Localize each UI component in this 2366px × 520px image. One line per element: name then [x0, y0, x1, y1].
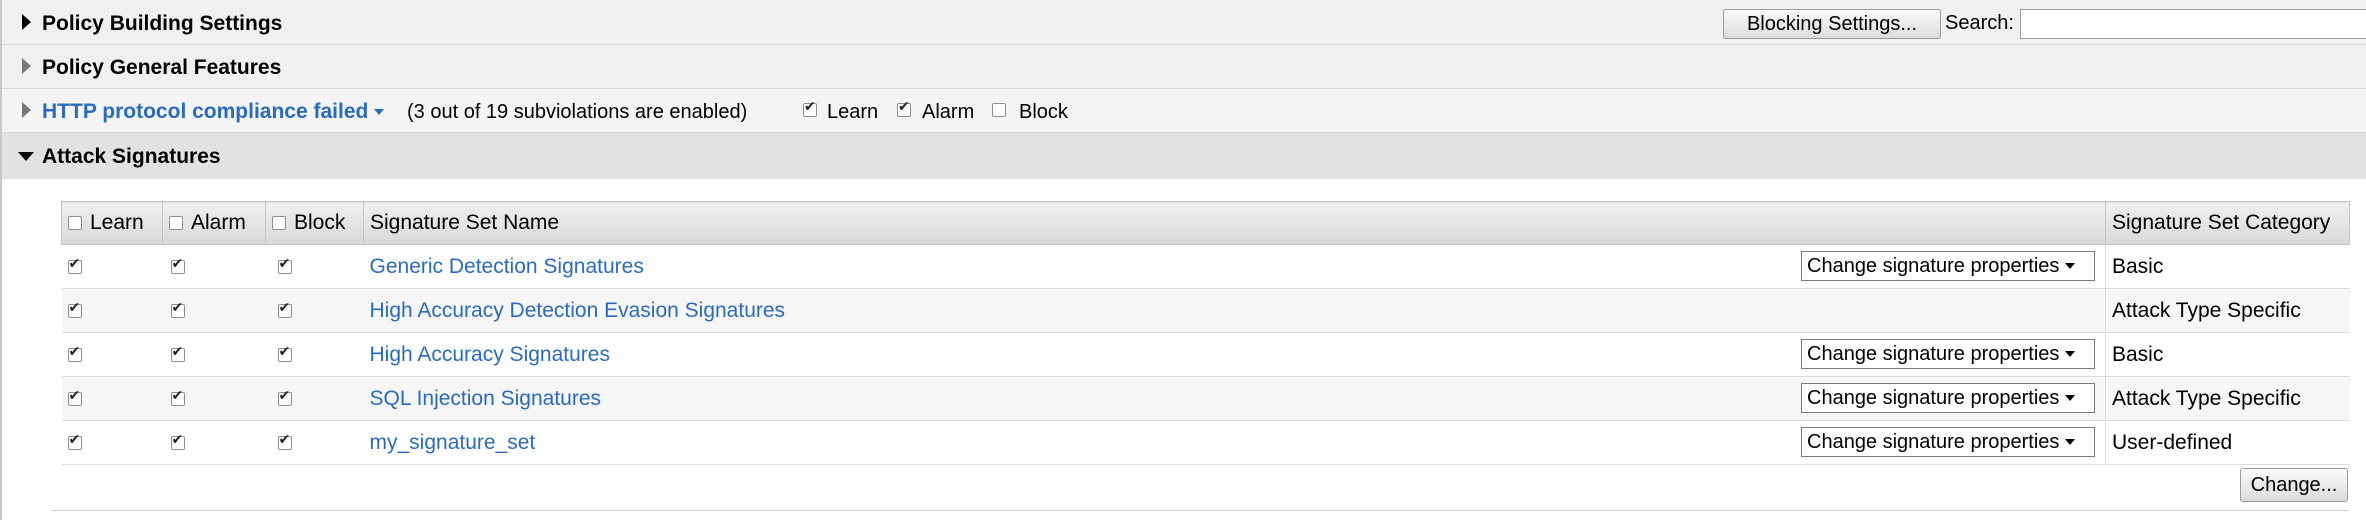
block-column-header: Block [265, 201, 364, 245]
row-block-checkbox[interactable] [277, 432, 292, 450]
row-learn-checkbox[interactable] [67, 300, 82, 318]
table-row: Generic Detection Signatures Change sign… [61, 244, 2350, 289]
alarm-column-header: Alarm [162, 201, 266, 245]
row-learn-checkbox[interactable] [67, 432, 82, 450]
policy-building-header[interactable]: Policy Building Settings Blocking Settin… [2, 0, 2366, 45]
table-row: my_signature_set Change signature proper… [61, 420, 2350, 465]
search-label: Search: [1945, 12, 2014, 34]
dropdown-label: Change signature properties [1807, 386, 2060, 409]
row-block-checkbox[interactable] [277, 256, 292, 274]
table-row: High Accuracy Signatures Change signatur… [61, 332, 2350, 377]
http-learn-checkbox[interactable] [803, 99, 817, 117]
triangle-right-icon[interactable] [22, 14, 31, 30]
http-block-checkbox[interactable] [992, 103, 1006, 117]
alarm-column-label: Alarm [191, 211, 246, 234]
http-compliance-row: HTTP protocol compliance failed (3 out o… [2, 89, 2366, 133]
learn-all-checkbox[interactable] [68, 216, 82, 231]
table-row: High Accuracy Detection Evasion Signatur… [61, 288, 2350, 333]
triangle-down-icon[interactable] [18, 152, 34, 161]
caret-down-icon [2065, 395, 2076, 401]
learn-column-label: Learn [90, 211, 144, 234]
signature-set-link[interactable]: High Accuracy Detection Evasion Signatur… [370, 299, 786, 322]
caret-down-icon [2065, 439, 2076, 445]
http-compliance-link[interactable]: HTTP protocol compliance failed [42, 100, 385, 124]
policy-page: Policy Building Settings Blocking Settin… [0, 0, 2366, 520]
http-compliance-link-text[interactable]: HTTP protocol compliance failed [42, 100, 368, 123]
learn-column-header: Learn [61, 201, 163, 245]
category-cell: Attack Type Specific [2105, 288, 2350, 333]
policy-building-title[interactable]: Policy Building Settings [42, 12, 282, 36]
attack-signatures-title[interactable]: Attack Signatures [42, 145, 221, 169]
row-learn-checkbox[interactable] [67, 256, 82, 274]
row-alarm-checkbox[interactable] [170, 344, 185, 362]
dropdown-label: Change signature properties [1807, 342, 2060, 365]
change-properties-dropdown[interactable]: Change signature properties [1801, 427, 2095, 457]
general-features-title[interactable]: Policy General Features [42, 56, 281, 80]
attack-signatures-header[interactable]: Attack Signatures [2, 133, 2366, 179]
http-alarm-checkbox[interactable] [897, 99, 911, 117]
block-column-label: Block [294, 211, 346, 234]
row-alarm-checkbox[interactable] [170, 300, 185, 318]
triangle-right-icon[interactable] [22, 102, 31, 118]
category-cell: Attack Type Specific [2105, 376, 2350, 421]
row-alarm-checkbox[interactable] [170, 256, 185, 274]
row-block-checkbox[interactable] [277, 344, 292, 362]
signature-set-link[interactable]: SQL Injection Signatures [370, 387, 602, 410]
blocking-settings-button[interactable]: Blocking Settings... [1723, 9, 1941, 39]
subviolation-summary: (3 out of 19 subviolations are enabled) [407, 101, 748, 123]
signature-set-link[interactable]: my_signature_set [370, 431, 536, 454]
row-block-checkbox[interactable] [277, 388, 292, 406]
row-learn-checkbox[interactable] [67, 388, 82, 406]
category-cell: User-defined [2105, 420, 2350, 465]
row-learn-checkbox[interactable] [67, 344, 82, 362]
dropdown-label: Change signature properties [1807, 430, 2060, 453]
dropdown-label: Change signature properties [1807, 254, 2060, 277]
change-properties-dropdown[interactable]: Change signature properties [1801, 339, 2095, 369]
caret-down-icon [2065, 351, 2076, 357]
general-features-header[interactable]: Policy General Features [2, 45, 2366, 89]
table-header-row: Learn Alarm Block Signature Set Name Sig… [61, 201, 2350, 245]
http-learn-label: Learn [827, 101, 879, 123]
alarm-all-checkbox[interactable] [169, 216, 183, 231]
triangle-right-icon[interactable] [22, 58, 31, 74]
search-input[interactable] [2020, 9, 2366, 39]
row-alarm-checkbox[interactable] [170, 432, 185, 450]
block-all-checkbox[interactable] [272, 216, 286, 231]
divider [52, 510, 2348, 511]
row-alarm-checkbox[interactable] [170, 388, 185, 406]
signature-set-table: Learn Alarm Block Signature Set Name Sig… [61, 201, 2350, 465]
change-properties-dropdown[interactable]: Change signature properties [1801, 251, 2095, 281]
signature-set-link[interactable]: Generic Detection Signatures [370, 255, 644, 278]
category-column-header: Signature Set Category [2105, 201, 2350, 245]
set-name-column-header: Signature Set Name [363, 201, 2106, 245]
category-cell: Basic [2105, 332, 2350, 377]
change-button[interactable]: Change... [2240, 468, 2348, 502]
category-cell: Basic [2105, 244, 2350, 289]
caret-down-icon [2065, 263, 2076, 269]
signature-set-link[interactable]: High Accuracy Signatures [370, 343, 610, 366]
http-alarm-label: Alarm [922, 101, 975, 123]
caret-down-icon[interactable] [374, 109, 385, 116]
table-row: SQL Injection Signatures Change signatur… [61, 376, 2350, 421]
row-block-checkbox[interactable] [277, 300, 292, 318]
http-block-label: Block [1019, 101, 1068, 123]
change-properties-dropdown[interactable]: Change signature properties [1801, 383, 2095, 413]
